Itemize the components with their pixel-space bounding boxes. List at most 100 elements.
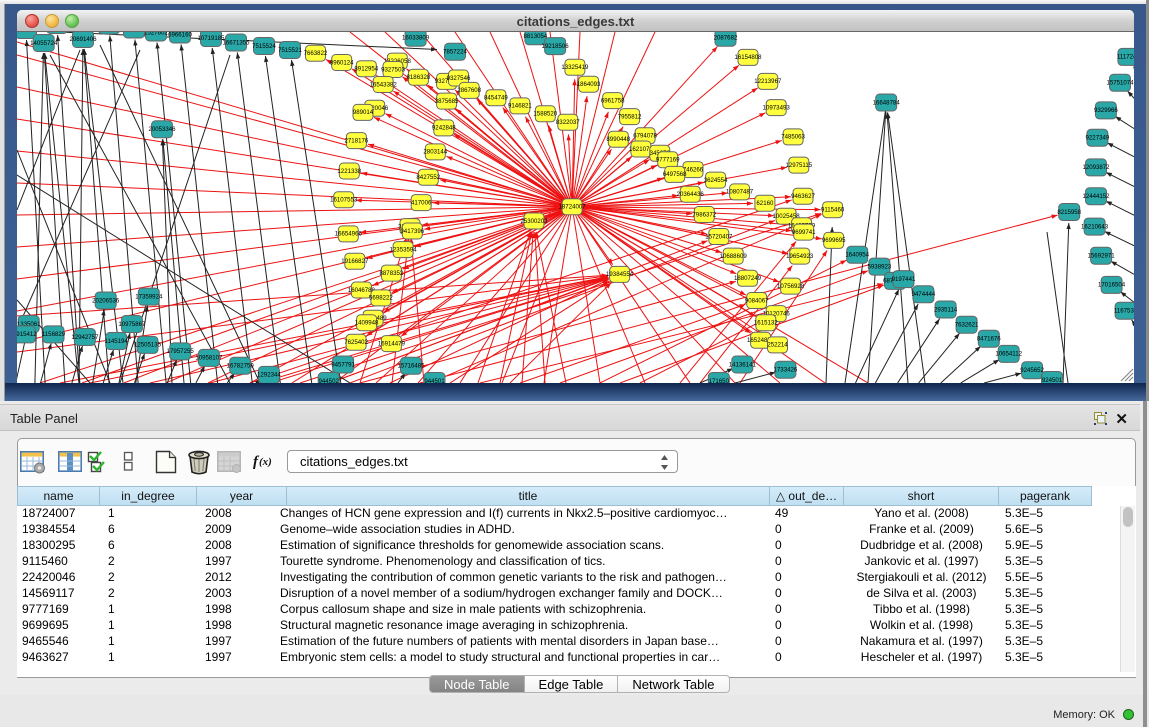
svg-text:15720407: 15720407 xyxy=(705,233,733,240)
svg-text:1864093: 1864093 xyxy=(577,81,601,88)
svg-text:16543382: 16543382 xyxy=(370,81,398,88)
svg-text:2718176: 2718176 xyxy=(345,137,369,144)
svg-text:19218506: 19218506 xyxy=(542,43,570,50)
svg-text:19166827: 19166827 xyxy=(341,258,369,265)
svg-text:1156829: 1156829 xyxy=(42,331,66,338)
svg-text:16671355: 16671355 xyxy=(222,39,250,46)
svg-text:1640954: 1640954 xyxy=(845,252,869,259)
svg-text:12093872: 12093872 xyxy=(1082,164,1110,171)
svg-text:9417396: 9417396 xyxy=(400,228,424,235)
svg-text:12505135: 12505135 xyxy=(134,342,162,349)
svg-text:1292344: 1292344 xyxy=(257,372,281,379)
svg-text:12444152: 12444152 xyxy=(1082,193,1110,200)
svg-text:9197441: 9197441 xyxy=(892,276,916,283)
svg-text:9474444: 9474444 xyxy=(912,291,936,298)
svg-text:10756928: 10756928 xyxy=(777,283,805,290)
svg-text:16648784: 16648784 xyxy=(873,99,901,106)
svg-text:9457791: 9457791 xyxy=(331,361,355,368)
svg-text:944502: 944502 xyxy=(319,378,340,385)
svg-text:10958107: 10958107 xyxy=(195,355,223,362)
svg-text:5698222: 5698222 xyxy=(369,295,393,302)
svg-text:6497568: 6497568 xyxy=(663,171,687,178)
svg-text:16154808: 16154808 xyxy=(734,54,762,61)
svg-text:17359924: 17359924 xyxy=(135,293,163,300)
svg-text:1167533: 1167533 xyxy=(1114,308,1138,315)
svg-text:3875685: 3875685 xyxy=(435,98,459,105)
svg-text:5938923: 5938923 xyxy=(868,263,892,270)
svg-text:10688609: 10688609 xyxy=(720,253,748,260)
svg-text:6961758: 6961758 xyxy=(601,97,625,104)
svg-text:8912954: 8912954 xyxy=(354,66,378,73)
svg-text:989014: 989014 xyxy=(353,109,374,116)
svg-text:10973493: 10973493 xyxy=(763,104,791,111)
svg-text:12942757: 12942757 xyxy=(71,334,99,341)
svg-text:12975115: 12975115 xyxy=(785,162,812,169)
svg-text:12353594: 12353594 xyxy=(390,246,418,253)
svg-text:7955812: 7955812 xyxy=(618,113,642,120)
svg-text:8322037: 8322037 xyxy=(556,119,580,126)
svg-text:14136141: 14136141 xyxy=(729,361,757,368)
svg-text:7857224: 7857224 xyxy=(443,49,467,56)
svg-text:1409948: 1409948 xyxy=(355,320,379,327)
svg-text:8471676: 8471676 xyxy=(977,336,1001,343)
svg-text:7625402: 7625402 xyxy=(344,339,368,346)
svg-text:9329966: 9329966 xyxy=(1094,107,1118,114)
svg-text:1733426: 1733426 xyxy=(774,367,798,374)
svg-text:9146821: 9146821 xyxy=(508,103,532,110)
svg-text:7663822: 7663822 xyxy=(304,50,328,57)
svg-text:9115460: 9115460 xyxy=(821,207,845,214)
svg-text:20206536: 20206536 xyxy=(92,297,120,304)
svg-text:62160: 62160 xyxy=(756,200,774,207)
svg-text:17016504: 17016504 xyxy=(1098,282,1126,289)
svg-text:9699741: 9699741 xyxy=(792,229,816,236)
svg-text:16914479: 16914479 xyxy=(378,340,406,347)
svg-text:17957255: 17957255 xyxy=(167,348,195,355)
svg-text:8215958: 8215958 xyxy=(1057,209,1081,216)
svg-text:19384554: 19384554 xyxy=(606,271,634,278)
svg-text:9327503: 9327503 xyxy=(381,66,405,73)
svg-text:944501: 944501 xyxy=(424,378,445,385)
svg-text:16210643: 16210643 xyxy=(1081,223,1109,230)
svg-text:7632621: 7632621 xyxy=(955,322,979,329)
svg-text:8960124: 8960124 xyxy=(330,59,354,66)
svg-text:252214: 252214 xyxy=(767,342,788,349)
svg-text:13325419: 13325419 xyxy=(561,64,589,71)
svg-text:7515521: 7515521 xyxy=(278,47,302,54)
svg-text:9245652: 9245652 xyxy=(1020,367,1044,374)
svg-text:18724007: 18724007 xyxy=(559,204,587,211)
svg-text:7515524: 7515524 xyxy=(252,43,276,50)
svg-text:9084067: 9084067 xyxy=(745,297,769,304)
svg-text:(x): (x) xyxy=(259,456,272,468)
svg-text:8990448: 8990448 xyxy=(606,136,630,143)
svg-text:9699695: 9699695 xyxy=(822,237,846,244)
svg-text:15692971: 15692971 xyxy=(1088,253,1116,260)
svg-text:25300203: 25300203 xyxy=(520,218,548,225)
svg-text:924501: 924501 xyxy=(1042,377,1063,384)
svg-text:9227349: 9227349 xyxy=(1086,135,1110,142)
svg-text:8186328: 8186328 xyxy=(407,74,431,81)
svg-text:9463627: 9463627 xyxy=(791,193,815,200)
svg-text:10807487: 10807487 xyxy=(726,189,754,196)
svg-text:16107553: 16107553 xyxy=(330,197,358,204)
svg-text:9242848: 9242848 xyxy=(432,125,456,132)
svg-text:7986372: 7986372 xyxy=(692,211,716,218)
svg-text:8454749: 8454749 xyxy=(484,95,508,102)
svg-text:417006: 417006 xyxy=(411,199,432,206)
svg-text:10975867: 10975867 xyxy=(118,321,146,328)
svg-text:20364436: 20364436 xyxy=(677,191,705,198)
svg-text:8427552: 8427552 xyxy=(416,174,440,181)
svg-text:18807249: 18807249 xyxy=(734,275,762,282)
svg-text:3915412: 3915412 xyxy=(13,331,37,338)
svg-text:10719185: 10719185 xyxy=(197,35,225,42)
svg-text:7485063: 7485063 xyxy=(781,134,805,141)
svg-text:8878352: 8878352 xyxy=(380,270,404,277)
svg-text:15751074: 15751074 xyxy=(1106,80,1134,87)
svg-text:171650: 171650 xyxy=(709,378,730,385)
svg-text:1145194: 1145194 xyxy=(105,338,129,345)
svg-text:14055724: 14055724 xyxy=(30,40,58,47)
svg-text:16033809: 16033809 xyxy=(402,35,430,42)
svg-text:1117243: 1117243 xyxy=(1117,54,1140,61)
svg-text:2087682: 2087682 xyxy=(714,35,738,42)
svg-text:20691406: 20691406 xyxy=(69,36,97,43)
svg-text:2867608: 2867608 xyxy=(457,87,481,94)
